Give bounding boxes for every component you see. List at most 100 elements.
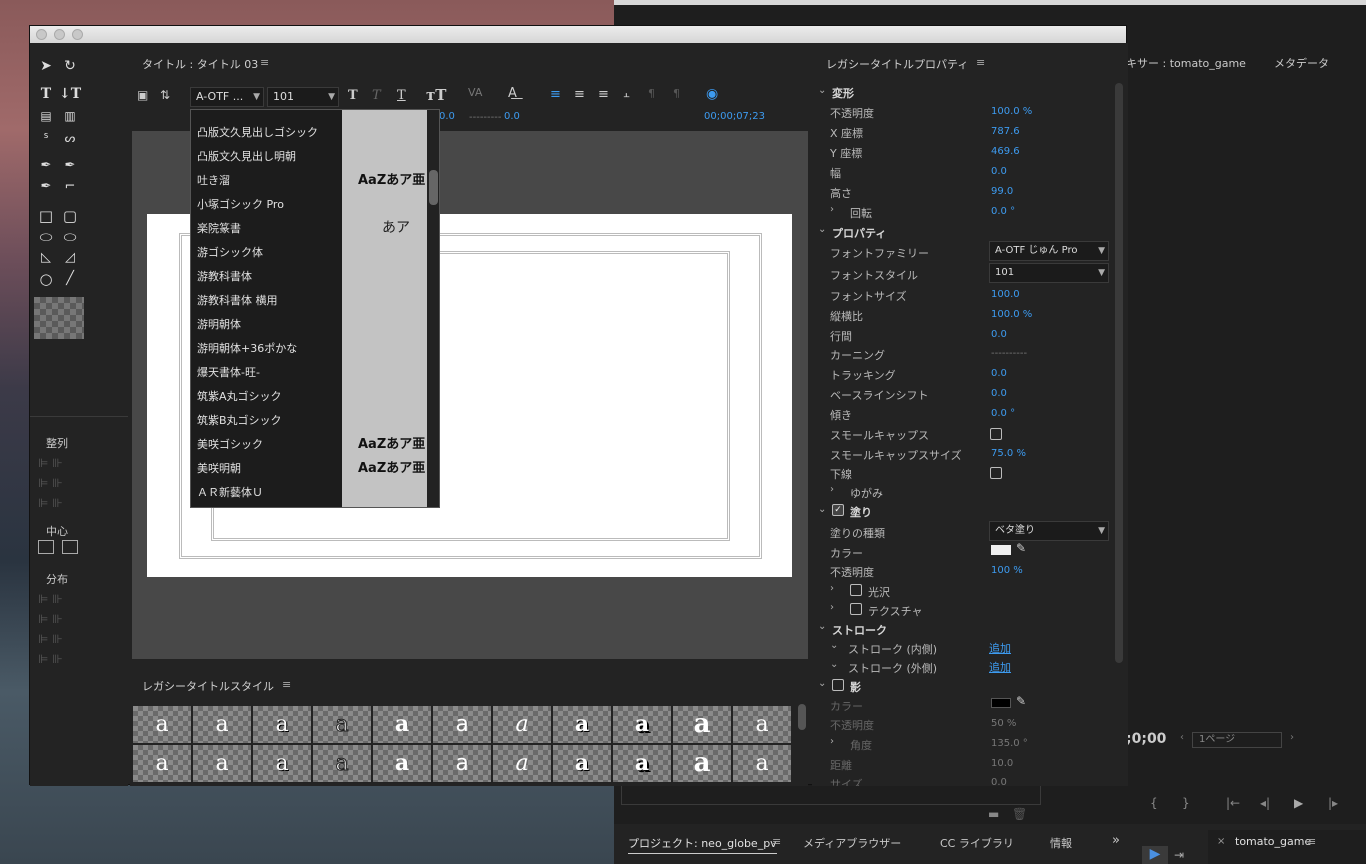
pen-tool-icon[interactable]: ✒: [35, 156, 57, 176]
rotation-tool-icon[interactable]: ↻: [59, 56, 81, 76]
step-forward-icon[interactable]: |▸: [1328, 796, 1338, 810]
font-family-property-select[interactable]: A-OTF じゅん Pro ▼: [989, 241, 1109, 261]
align-buttons[interactable]: ⊫ ⊪ ⊫ ⊪ ⊫ ⊪: [38, 453, 63, 513]
font-list-item[interactable]: 游ゴシック体: [197, 244, 263, 260]
small-caps-checkbox[interactable]: [990, 428, 1002, 440]
aspect-value[interactable]: 100.0 %: [991, 309, 1032, 320]
style-swatch[interactable]: a: [493, 706, 551, 743]
window-titlebar[interactable]: [30, 26, 1126, 43]
background-video-icon[interactable]: ▣: [137, 88, 148, 102]
shadow-checkbox[interactable]: [832, 679, 844, 691]
style-swatch[interactable]: a: [253, 745, 311, 782]
add-anchor-tool-icon[interactable]: ✒: [35, 177, 57, 197]
opacity-value[interactable]: 100.0 %: [991, 106, 1032, 117]
shadow-distance-value[interactable]: 10.0: [991, 758, 1013, 769]
area-type-tool-icon[interactable]: ▤: [35, 106, 57, 126]
fill-checkbox[interactable]: ✓: [832, 504, 844, 516]
shadow-opacity-value[interactable]: 50 %: [991, 718, 1016, 729]
fill-color-swatch[interactable]: [991, 545, 1011, 555]
texture-checkbox[interactable]: [850, 603, 862, 615]
ellipse-tool-icon[interactable]: ○: [35, 269, 57, 289]
sheen-checkbox[interactable]: [850, 584, 862, 596]
style-swatch[interactable]: a: [313, 745, 371, 782]
fill-section-header[interactable]: 塗り: [850, 504, 872, 520]
close-tab-icon[interactable]: ×: [1217, 836, 1225, 847]
font-list-item[interactable]: 吐き溜: [197, 172, 230, 188]
metadata-tab[interactable]: メタデータ: [1274, 55, 1329, 71]
chevron-right-icon[interactable]: ›: [830, 602, 834, 613]
italic-icon[interactable]: T: [372, 88, 381, 103]
selection-tool-icon[interactable]: ▶: [1142, 846, 1168, 864]
height-value[interactable]: 99.0: [991, 186, 1013, 197]
project-tab-menu-icon[interactable]: ≡: [772, 835, 781, 848]
style-swatch[interactable]: a: [493, 745, 551, 782]
x-position-value[interactable]: 787.6: [991, 126, 1020, 137]
style-swatch[interactable]: a: [733, 706, 791, 743]
delete-icon[interactable]: 🗑: [1012, 807, 1027, 821]
tracking-property-value[interactable]: 0.0: [991, 368, 1007, 379]
width-value[interactable]: 0.0: [991, 166, 1007, 177]
selection-arrow-icon[interactable]: ➤: [35, 56, 57, 76]
font-family-select[interactable]: A-OTF ... ▼: [190, 87, 264, 107]
style-swatch[interactable]: a: [673, 745, 731, 782]
distort-label[interactable]: ゆがみ: [850, 485, 883, 501]
page-select[interactable]: 1ページ: [1192, 732, 1282, 748]
style-swatch[interactable]: a: [613, 745, 671, 782]
show-video-icon[interactable]: ◉: [706, 86, 718, 102]
more-tabs-button[interactable]: »: [1112, 833, 1120, 848]
font-style-property-select[interactable]: 101 ▼: [989, 263, 1109, 283]
roll-crawl-icon[interactable]: ⇅: [160, 88, 170, 102]
shadow-color-swatch[interactable]: [991, 698, 1011, 708]
leading-value[interactable]: 0.0: [991, 329, 1007, 340]
style-swatch[interactable]: a: [733, 745, 791, 782]
inner-stroke-add-link[interactable]: 追加: [989, 640, 1011, 656]
style-swatch[interactable]: a: [193, 706, 251, 743]
style-swatch[interactable]: a: [553, 706, 611, 743]
y-position-value[interactable]: 469.6: [991, 146, 1020, 157]
font-list-item[interactable]: 小塚ゴシック Pro: [197, 196, 284, 212]
delete-anchor-tool-icon[interactable]: ✒: [59, 156, 81, 176]
style-swatch[interactable]: a: [553, 745, 611, 782]
align-left-icon[interactable]: ≡: [550, 87, 561, 102]
chevron-down-icon[interactable]: ⌄: [830, 659, 838, 670]
rounded-corner-tool-icon[interactable]: ⬭: [59, 227, 81, 247]
slant-value[interactable]: 0.0 °: [991, 408, 1015, 419]
shadow-section-header[interactable]: 影: [850, 679, 861, 695]
font-list-item[interactable]: 筑紫B丸ゴシック: [197, 412, 282, 428]
font-list-item[interactable]: 游明朝体: [197, 316, 241, 332]
close-window-icon[interactable]: [36, 29, 47, 40]
project-search-field[interactable]: [621, 783, 1041, 805]
wedge-tool-icon[interactable]: ◺: [35, 248, 57, 268]
new-bin-icon[interactable]: ▬: [988, 807, 999, 821]
track-select-icon[interactable]: ⇥: [1174, 848, 1184, 862]
bold-icon[interactable]: T: [348, 88, 358, 103]
font-list-item[interactable]: 凸版文久見出し明朝: [197, 148, 296, 164]
path-type-tool-icon[interactable]: ᔆ: [35, 128, 57, 148]
style-swatch[interactable]: a: [433, 706, 491, 743]
vertical-type-tool-icon[interactable]: ↓T: [59, 84, 81, 104]
title-panel-menu-icon[interactable]: ≡: [260, 56, 269, 69]
sequence-tab-menu-icon[interactable]: ≡: [1307, 835, 1316, 848]
type-tool-icon[interactable]: T: [35, 84, 57, 104]
title-timecode[interactable]: 00;00;07;23: [704, 111, 765, 122]
kerning-property-value[interactable]: ----------: [991, 348, 1027, 359]
style-swatch[interactable]: a: [373, 706, 431, 743]
align-right-icon[interactable]: ≡: [598, 87, 609, 102]
vertical-area-type-tool-icon[interactable]: ▥: [59, 106, 81, 126]
align-center-icon[interactable]: ≡: [574, 87, 585, 102]
properties-panel-menu-icon[interactable]: ≡: [976, 56, 985, 69]
chevron-down-icon[interactable]: ⌄: [818, 85, 826, 96]
style-swatch[interactable]: a: [253, 706, 311, 743]
properties-scrollbar[interactable]: [1115, 83, 1123, 663]
style-swatch[interactable]: a: [673, 706, 731, 743]
chevron-right-icon[interactable]: ›: [830, 204, 834, 215]
rectangle-tool-icon[interactable]: □: [35, 206, 57, 226]
arc-tool-icon[interactable]: ◿: [59, 248, 81, 268]
style-swatch[interactable]: a: [133, 706, 191, 743]
scrollbar-thumb[interactable]: [429, 170, 438, 205]
chevron-right-icon[interactable]: ›: [830, 736, 834, 747]
style-swatch[interactable]: a: [133, 745, 191, 782]
kerning-icon[interactable]: VA: [468, 86, 482, 99]
fill-type-select[interactable]: ベタ塗り ▼: [989, 521, 1109, 541]
font-style-select[interactable]: 101 ▼: [267, 87, 339, 107]
